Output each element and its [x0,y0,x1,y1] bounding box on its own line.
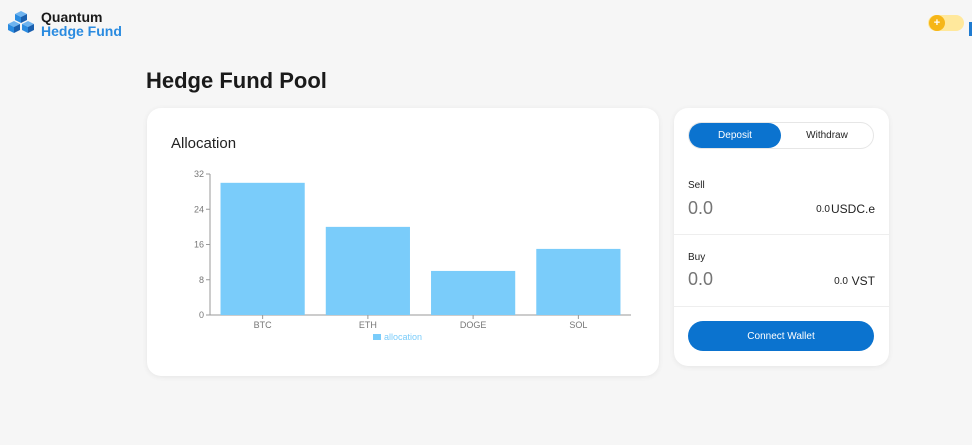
buy-token: VST [851,274,875,288]
bar-doge [431,270,516,315]
deposit-withdraw-tabs: Deposit Withdraw [688,122,874,149]
sell-token: USDC.e [830,202,875,216]
buy-label: Buy [688,252,706,263]
allocation-card: Allocation 0 8 16 24 32 BTC ETH DOGE SOL allocati… [147,108,659,376]
y-tick-label: 32 [194,169,204,179]
bar-eth [325,226,410,315]
x-tick-label: BTC [254,320,273,330]
sell-amount-input[interactable] [688,198,778,219]
y-tick-label: 0 [199,310,204,320]
x-tick-label: SOL [569,320,587,330]
brand-logo[interactable]: Quantum Hedge Fund [6,9,122,39]
sell-label: Sell [688,180,705,191]
trade-card: Deposit Withdraw Sell 0.0 USDC.e Buy 0.0… [674,108,889,366]
x-tick-label: ETH [359,320,377,330]
bar-btc [220,182,305,315]
tab-withdraw[interactable]: Withdraw [781,123,873,148]
x-tick-label: DOGE [460,320,487,330]
sell-balance: 0.0 [816,204,830,215]
bar-sol [536,248,621,315]
theme-toggle[interactable]: + [928,15,964,31]
allocation-chart: 0 8 16 24 32 BTC ETH DOGE SOL allocation [194,169,631,342]
y-tick-label: 8 [199,275,204,285]
buy-balance: 0.0 [834,276,848,287]
y-tick-label: 16 [194,240,204,250]
y-tick-label: 24 [194,204,204,214]
legend-label: allocation [384,332,422,342]
divider [674,306,889,307]
plus-sun-icon: + [929,15,945,31]
connect-wallet-button[interactable]: Connect Wallet [688,321,874,351]
tab-deposit[interactable]: Deposit [689,123,781,148]
page-title: Hedge Fund Pool [146,68,327,93]
logo-subtitle: Hedge Fund [41,23,122,39]
cubes-icon [8,11,34,33]
divider [674,234,889,235]
legend-swatch [373,334,381,340]
logo-title: Quantum [41,9,103,25]
buy-amount-input[interactable] [688,269,778,290]
